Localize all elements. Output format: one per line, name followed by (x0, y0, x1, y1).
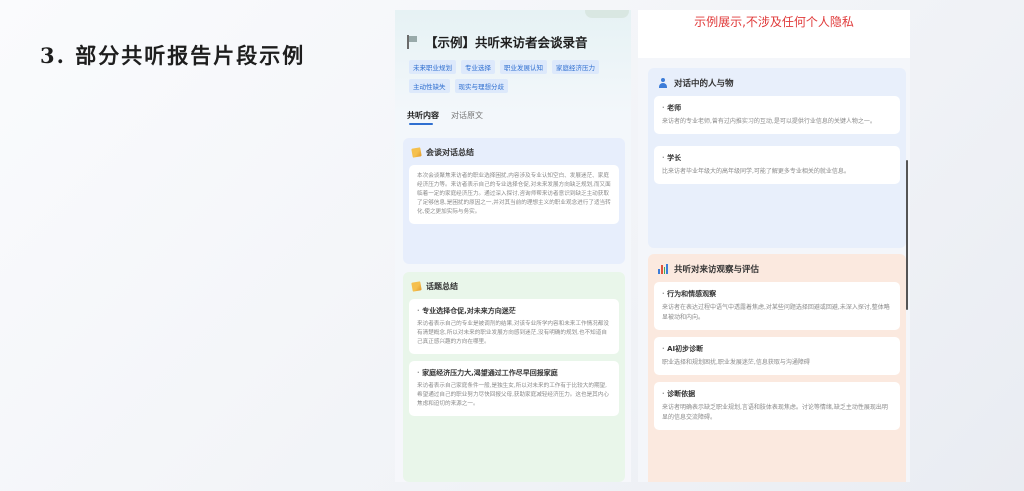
topics-header: 话题总结 (403, 272, 625, 292)
summary-header: 会谈对话总结 (403, 138, 625, 158)
person-body: 比来访者毕业年级大的高年级同学,可能了解更多专业相关的就业信息。 (662, 168, 850, 175)
tag[interactable]: 主动性缺失 (409, 79, 450, 93)
pencil-icon (411, 281, 422, 292)
person-card: 老师 来访者的专业老师,曾有过内推实习的互动,是可以提供行业信息的关键人物之一。 (654, 96, 900, 134)
person-title: 学长 (662, 153, 892, 163)
evaluation-section: 共听对来访观察与评估 行为和情感观察 来访者在表达过程中语气中透露着焦虑,对某些… (648, 254, 906, 482)
topic-title: 家庭经济压力大,渴望通过工作尽早回报家庭 (417, 368, 611, 378)
evaluation-body: 来访者在表达过程中语气中透露着焦虑,对某些问题选择回避或回避,未深入探讨,整体略… (662, 304, 890, 321)
tag[interactable]: 未来职业规划 (409, 60, 456, 74)
tag[interactable]: 现实与理想分歧 (454, 79, 508, 93)
people-heading: 对话中的人与物 (674, 79, 734, 89)
evaluation-title: 诊断依据 (662, 389, 892, 399)
tag[interactable]: 家庭经济压力 (552, 60, 599, 74)
scrollbar-thumb[interactable] (906, 160, 908, 310)
topics-heading: 话题总结 (426, 282, 458, 291)
report-screen-right: 示例展示,不涉及任何个人隐私 对话中的人与物 老师 来访者的专业老师,曾有过内推… (638, 10, 910, 482)
top-pill (585, 10, 629, 18)
evaluation-body: 来访者明确表示缺乏职业规划,言语和肢体表现焦虑。讨论等情绪,缺乏主动性展现出明显… (662, 404, 888, 421)
report-screen-left: 【示例】共听来访者会谈录音 未来职业规划 专业选择 职业发展认知 家庭经济压力 … (395, 10, 631, 482)
tag[interactable]: 职业发展认知 (500, 60, 547, 74)
topic-card: 专业选择仓促,对未来方向迷茫 来访者表示自己的专业是被调剂的结果,对该专业所学内… (409, 299, 619, 354)
people-header: 对话中的人与物 (648, 68, 906, 89)
evaluation-card: 诊断依据 来访者明确表示缺乏职业规划,言语和肢体表现焦虑。讨论等情绪,缺乏主动性… (654, 382, 900, 430)
person-body: 来访者的专业老师,曾有过内推实习的互动,是可以提供行业信息的关键人物之一。 (662, 118, 876, 125)
record-title-row: 【示例】共听来访者会谈录音 (407, 32, 588, 51)
privacy-notice: 示例展示,不涉及任何个人隐私 (694, 15, 854, 29)
summary-card: 本次会谈聚焦来访者的职业选择困扰,内容涉及专业认知空白、发展迷茫、家庭经济压力等… (409, 165, 619, 224)
tab-bar: 共听内容 对话原文 (407, 110, 483, 125)
people-section: 对话中的人与物 老师 来访者的专业老师,曾有过内推实习的互动,是可以提供行业信息… (648, 68, 906, 248)
person-card: 学长 比来访者毕业年级大的高年级同学,可能了解更多专业相关的就业信息。 (654, 146, 900, 184)
notice-bar: 示例展示,不涉及任何个人隐私 (638, 10, 910, 58)
tab-listen-content[interactable]: 共听内容 (407, 110, 439, 125)
topic-body: 来访者表示自己的专业是被调剂的结果,对该专业所学内容和未来工作情况都没有清楚概念… (417, 321, 609, 345)
topic-title: 专业选择仓促,对未来方向迷茫 (417, 306, 611, 316)
tag-list: 未来职业规划 专业选择 职业发展认知 家庭经济压力 主动性缺失 现实与理想分歧 (409, 60, 619, 93)
evaluation-card: 行为和情感观察 来访者在表达过程中语气中透露着焦虑,对某些问题选择回避或回避,未… (654, 282, 900, 330)
person-title: 老师 (662, 103, 892, 113)
evaluation-card: AI初步诊断 职业选择和规划困扰,职业发展迷茫,信息获取与沟通障碍 (654, 337, 900, 375)
summary-heading: 会谈对话总结 (426, 148, 474, 157)
evaluation-title: AI初步诊断 (662, 344, 892, 354)
topics-section: 话题总结 专业选择仓促,对未来方向迷茫 来访者表示自己的专业是被调剂的结果,对该… (403, 272, 625, 482)
evaluation-heading: 共听对来访观察与评估 (674, 265, 760, 275)
topic-card: 家庭经济压力大,渴望通过工作尽早回报家庭 来访者表示自己家庭条件一般,是独生女,… (409, 361, 619, 416)
person-icon (658, 78, 668, 88)
bar-chart-icon (658, 264, 668, 274)
summary-body: 本次会谈聚焦来访者的职业选择困扰,内容涉及专业认知空白、发展迷茫、家庭经济压力等… (417, 173, 611, 215)
summary-section: 会谈对话总结 本次会谈聚焦来访者的职业选择困扰,内容涉及专业认知空白、发展迷茫、… (403, 138, 625, 264)
tag[interactable]: 专业选择 (461, 60, 495, 74)
evaluation-body: 职业选择和规划困扰,职业发展迷茫,信息获取与沟通障碍 (662, 359, 810, 366)
tab-transcript[interactable]: 对话原文 (451, 110, 483, 121)
evaluation-header: 共听对来访观察与评估 (648, 254, 906, 275)
flag-icon (407, 34, 419, 49)
evaluation-title: 行为和情感观察 (662, 289, 892, 299)
topic-body: 来访者表示自己家庭条件一般,是独生女,所以对未来的工作有于比较大的期望,希望通过… (417, 383, 609, 407)
slide-title: 3. 部分共听报告片段示例 (40, 43, 306, 68)
record-title: 【示例】共听来访者会谈录音 (425, 35, 588, 50)
pencil-icon (411, 147, 422, 158)
